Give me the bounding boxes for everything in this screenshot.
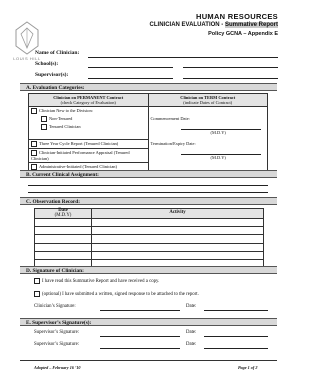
supervisor-signature-1-field[interactable] — [100, 336, 180, 337]
school-field-1[interactable] — [88, 67, 173, 68]
assignment-line-2[interactable] — [28, 192, 268, 193]
acknowledge-label: I have read this Summative Report and ha… — [42, 279, 160, 285]
activity-cell[interactable] — [91, 250, 264, 260]
acknowledge-row: I have read this Summative Report and ha… — [34, 278, 159, 284]
observation-row — [34, 234, 264, 244]
supervisor-date-1-field[interactable] — [204, 336, 268, 337]
clinician-initiated-label: Clinician-Initiated Performance Appraisa… — [31, 150, 130, 161]
permanent-header: Clinician on PERMANENT Contract (check C… — [28, 93, 149, 107]
date-cell[interactable] — [34, 217, 92, 228]
observation-table: Date (M.D.Y) Activity — [34, 208, 264, 269]
term-header: Clinician on TERM Contract (indicate Dat… — [147, 93, 268, 107]
commencement-mdy: (M.D.Y) — [210, 130, 226, 135]
observation-row — [34, 242, 264, 252]
assignment-line-1[interactable] — [28, 185, 268, 186]
termination-mdy: (M.D.Y) — [210, 155, 226, 160]
section-a-title: A. Evaluation Categories: — [20, 83, 277, 91]
observation-row — [34, 226, 264, 236]
date-cell[interactable] — [34, 234, 92, 244]
date-cell[interactable] — [34, 250, 92, 260]
observation-header-row: Date (M.D.Y) Activity — [34, 208, 264, 219]
non-tenured-label: Non-Tenured — [49, 116, 73, 122]
supervisor-signature-2-label: Supervisor’s Signature: — [34, 342, 80, 347]
date-cell[interactable] — [34, 226, 92, 236]
response-label: (optional) I have submitted a written, s… — [42, 292, 199, 298]
footer-divider — [20, 360, 277, 361]
schools-label: School(s): — [35, 61, 59, 67]
name-field[interactable] — [88, 57, 278, 58]
tenured-label: Tenured Clinician — [49, 124, 81, 130]
department-title: HUMAN RESOURCES — [195, 12, 278, 21]
non-tenured-checkbox[interactable] — [41, 116, 47, 122]
activity-cell[interactable] — [91, 234, 264, 244]
evaluation-categories-table: Clinician on PERMANENT Contract (check C… — [28, 93, 268, 172]
date-column-sub: (M.D.Y) — [54, 212, 72, 218]
section-e-title: E. Supervisor’s Signature(s): — [20, 318, 277, 326]
clinician-date-field[interactable] — [204, 310, 268, 311]
new-clinician-label: Clinician New to the Division: — [39, 108, 93, 114]
name-label: Name of Clinician: — [35, 50, 80, 56]
acknowledge-checkbox[interactable] — [34, 278, 40, 284]
supervisor-signature-2-field[interactable] — [100, 348, 180, 349]
policy-reference: Policy GCNA – Appendix E — [208, 31, 278, 37]
clinician-signature-label: Clinician’s Signature: — [34, 304, 76, 309]
activity-column-header: Activity — [91, 208, 264, 219]
activity-cell[interactable] — [91, 242, 264, 252]
three-year-cell: Three Year Cycle Report (Tenured Clinici… — [28, 139, 149, 149]
supervisor-date-2-field[interactable] — [204, 348, 268, 349]
date-column-header: Date (M.D.Y) — [34, 208, 92, 219]
supervisor-field-2[interactable] — [183, 78, 278, 79]
new-clinician-cell: Clinician New to the Division: Non-Tenur… — [28, 106, 149, 140]
supervisor-date-2-label: Date: — [186, 342, 197, 347]
date-cell[interactable] — [34, 242, 92, 252]
form-title-prefix: CLINICIAN EVALUATION - — [149, 22, 225, 28]
activity-cell[interactable] — [91, 217, 264, 228]
supervisors-label: Supervisor(s): — [35, 72, 69, 78]
supervisor-field-1[interactable] — [88, 78, 173, 79]
permanent-header-sub: (check Category of Evaluation) — [60, 100, 116, 105]
commencement-date-field[interactable] — [180, 121, 261, 130]
school-field-2[interactable] — [183, 67, 278, 68]
observation-row — [34, 217, 264, 228]
clinician-signature-field[interactable] — [100, 310, 180, 311]
activity-cell[interactable] — [91, 226, 264, 236]
three-year-checkbox[interactable] — [31, 141, 37, 147]
tenured-checkbox[interactable] — [41, 124, 47, 130]
new-clinician-checkbox[interactable] — [31, 108, 37, 114]
adopted-date: Adopted – February 16 ’10 — [34, 365, 81, 370]
supervisor-date-1-label: Date: — [186, 330, 197, 335]
term-header-sub: (indicate Dates of Contract) — [183, 100, 233, 105]
three-year-label: Three Year Cycle Report (Tenured Clinici… — [39, 141, 119, 147]
observation-row — [34, 250, 264, 260]
termination-date-field[interactable] — [180, 146, 261, 155]
section-d-title: D. Signature of Clinician: — [20, 266, 277, 274]
form-title: CLINICIAN EVALUATION - Summative Report — [150, 22, 278, 28]
page-number: Page 1 of 2 — [238, 365, 258, 370]
response-row: (optional) I have submitted a written, s… — [34, 291, 199, 297]
clinician-date-label: Date: — [186, 304, 197, 309]
term-dates-cell: Commencement Date: (M.D.Y) Termination/E… — [147, 106, 268, 172]
admin-initiated-label: Administrative-Initiated (Tenured Clinic… — [39, 164, 117, 170]
supervisor-signature-1-label: Supervisor’s Signature: — [34, 330, 80, 335]
form-title-highlight: Summative Report — [224, 22, 278, 28]
clinician-initiated-cell: Clinician-Initiated Performance Appraisa… — [28, 148, 149, 163]
response-checkbox[interactable] — [34, 291, 40, 297]
section-b-title: B. Current Clinical Assignment: — [20, 170, 277, 178]
section-c-title: C. Observation Record: — [20, 197, 277, 205]
